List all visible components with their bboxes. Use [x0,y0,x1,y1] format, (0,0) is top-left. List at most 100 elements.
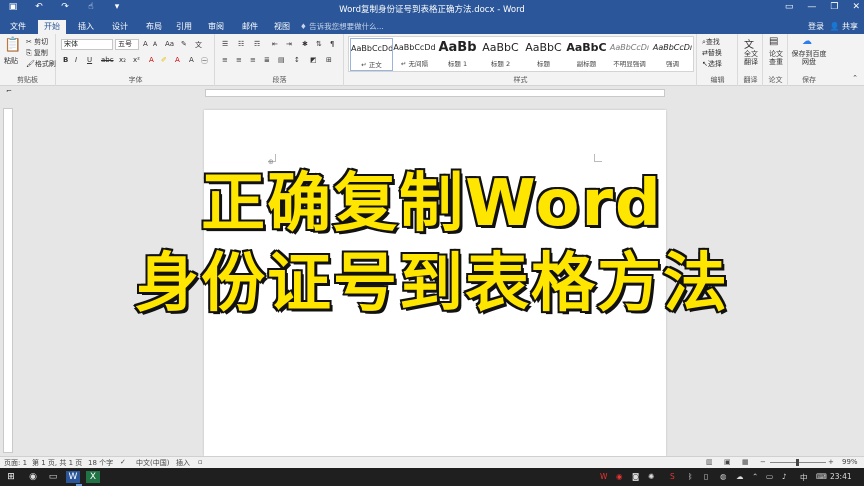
increase-indent-icon[interactable]: ⇥ [286,40,292,48]
explorer-icon[interactable]: ▭ [46,471,60,483]
phonetic-icon[interactable]: 文 [195,40,202,50]
show-hidden-icon[interactable]: ⌃ [752,472,758,481]
font-name-combo[interactable]: 宋体 [61,39,113,50]
restore-icon[interactable]: ▭ [785,2,794,12]
zoom-level[interactable]: 99% [842,458,858,466]
decrease-indent-icon[interactable]: ⇤ [272,40,278,48]
clear-format-icon[interactable]: ✎ [181,40,187,48]
bold-button[interactable]: B [63,56,68,64]
tab-insert[interactable]: 插入 [72,20,100,34]
select-button[interactable]: ↖选择 [702,59,722,69]
macro-icon[interactable]: ▫ [198,458,203,466]
subscript-button[interactable]: x₂ [119,56,126,64]
sort-icon[interactable]: ⇅ [316,40,322,48]
tab-review[interactable]: 审阅 [202,20,230,34]
find-button[interactable]: ⌕查找 [702,37,720,47]
tab-layout[interactable]: 布局 [140,20,168,34]
change-case-button[interactable]: Aa [165,40,174,48]
underline-button[interactable]: U [87,56,92,64]
grow-font-button[interactable]: A [143,40,148,48]
proofing-icon[interactable]: ✓ [120,458,126,466]
print-layout-icon[interactable]: ▣ [724,458,731,466]
tab-references[interactable]: 引用 [170,20,198,34]
horizontal-ruler[interactable]: ⌐ [0,86,864,99]
clock[interactable]: 23:41 [830,472,852,481]
strikethrough-button[interactable]: abc [101,56,114,64]
style-subtitle[interactable]: AaBbC 副标题 [565,38,608,71]
style-heading-1[interactable]: AaBb 标题 1 [436,38,479,71]
superscript-button[interactable]: x² [133,56,140,64]
replace-button[interactable]: ⇄替换 [702,48,722,58]
text-effects-icon[interactable]: A [149,56,154,64]
save-to-cloud-button[interactable]: 保存到百度网盘 [791,50,827,66]
zoom-in-icon[interactable]: + [828,458,834,466]
bluetooth-icon[interactable]: ᛒ [688,472,693,481]
zoom-thumb[interactable] [796,459,799,466]
tab-selector-icon[interactable]: ⌐ [6,87,12,95]
maximize-icon[interactable]: ❐ [830,2,838,12]
page-count[interactable]: 第 1 页, 共 1 页 [32,458,82,468]
tab-home[interactable]: 开始 [38,20,66,34]
style-emphasis[interactable]: AaBbCcDı 强调 [651,38,694,71]
shading-icon[interactable]: ◩ [310,56,317,64]
justify-icon[interactable]: ≣ [264,56,270,64]
tab-file[interactable]: 文件 [4,20,32,34]
copy-button[interactable]: ⎘ 复制 [26,48,48,58]
excel-icon[interactable]: X [86,471,100,483]
volume-icon[interactable]: ♪ [782,472,787,481]
font-color-icon[interactable]: A [175,56,180,64]
style-title[interactable]: AaBbC 标题 [522,38,565,71]
web-layout-icon[interactable]: ▦ [742,458,749,466]
cloud-sync-icon[interactable]: ☁ [736,472,744,481]
media-icon[interactable]: ◙ [632,472,639,481]
paste-button[interactable]: 粘贴 [4,56,18,66]
style-heading-2[interactable]: AaBbC 标题 2 [479,38,522,71]
security-icon[interactable]: ◍ [720,472,727,481]
highlight-icon[interactable]: ✐ [161,56,167,64]
read-mode-icon[interactable]: ▥ [706,458,713,466]
close-icon[interactable]: ✕ [852,2,860,12]
zoom-out-icon[interactable]: − [760,458,766,466]
ime-indicator[interactable]: 中 [800,472,808,483]
borders-icon[interactable]: ⊞ [326,56,332,64]
tab-mailings[interactable]: 邮件 [236,20,264,34]
line-spacing-icon[interactable]: ↕ [294,56,300,64]
shrink-font-button[interactable]: A [153,41,157,48]
collapse-ribbon-icon[interactable]: ⌃ [852,74,858,82]
language[interactable]: 中文(中国) [136,458,169,468]
start-icon[interactable]: ⊞ [4,471,18,483]
font-size-combo[interactable]: 五号 [115,39,139,50]
tab-view[interactable]: 视图 [268,20,296,34]
share-button[interactable]: 👤 共享 [829,21,858,32]
numbering-icon[interactable]: ☷ [238,40,244,48]
translate-icon[interactable]: 文 [744,36,754,51]
display-icon[interactable]: ▯ [704,472,708,481]
chinese-layout-icon[interactable]: ✱ [302,40,308,48]
enclose-char-icon[interactable]: ㊀ [201,56,208,66]
char-shading-icon[interactable]: A [189,56,194,64]
login-link[interactable]: 登录 [808,21,824,32]
format-painter-button[interactable]: 🖌格式刷 [26,59,56,69]
record-icon[interactable]: ◉ [616,472,623,481]
cloud-icon[interactable]: ☁ [802,36,812,47]
full-translate-button[interactable]: 全文翻译 [741,50,761,66]
multilevel-list-icon[interactable]: ☶ [254,40,260,48]
align-left-icon[interactable]: ≡ [222,56,228,64]
app-s-icon[interactable]: S [670,472,675,481]
minimize-icon[interactable]: — [807,2,816,12]
cut-button[interactable]: ✂ 剪切 [26,37,48,47]
table-move-handle-icon[interactable]: ⊕ [268,158,274,166]
word-count[interactable]: 18 个字 [88,458,113,468]
distributed-icon[interactable]: ▤ [278,56,285,64]
style-subtle-emphasis[interactable]: AaBbCcDı 不明显强调 [608,38,651,71]
page-indicator[interactable]: 页面: 1 [4,458,27,468]
chrome-icon[interactable]: ◉ [26,471,40,483]
paste-icon[interactable]: 📋 [4,37,21,53]
insert-mode[interactable]: 插入 [176,458,190,468]
bullets-icon[interactable]: ☰ [222,40,228,48]
network-icon[interactable]: ▭ [766,472,773,481]
style-normal[interactable]: AaBbCcDd ↵ 正文 [350,38,393,71]
align-center-icon[interactable]: ≡ [236,56,242,64]
style-no-spacing[interactable]: AaBbCcDd ↵ 无间隔 [393,38,436,71]
show-marks-icon[interactable]: ¶ [330,40,334,48]
